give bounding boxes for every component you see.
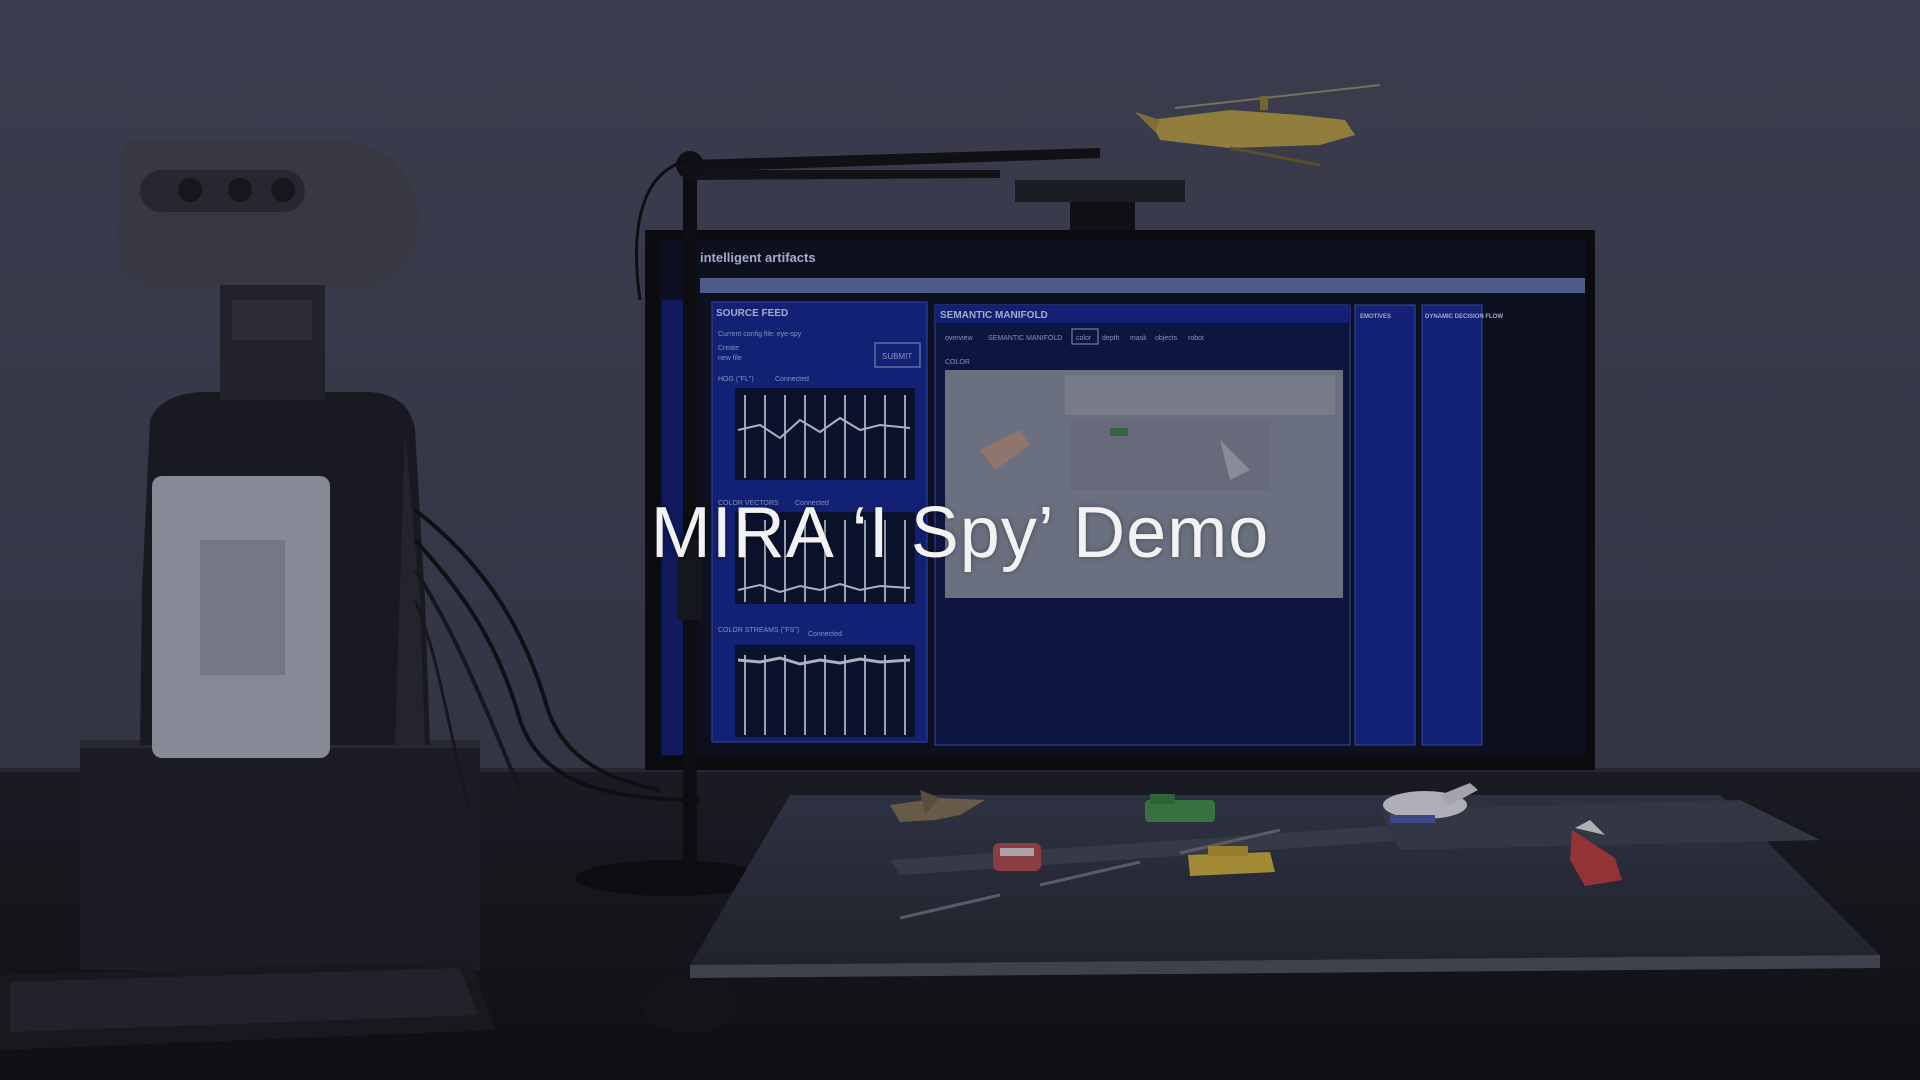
- video-title: MIRA ‘I Spy’ Demo: [650, 493, 1270, 573]
